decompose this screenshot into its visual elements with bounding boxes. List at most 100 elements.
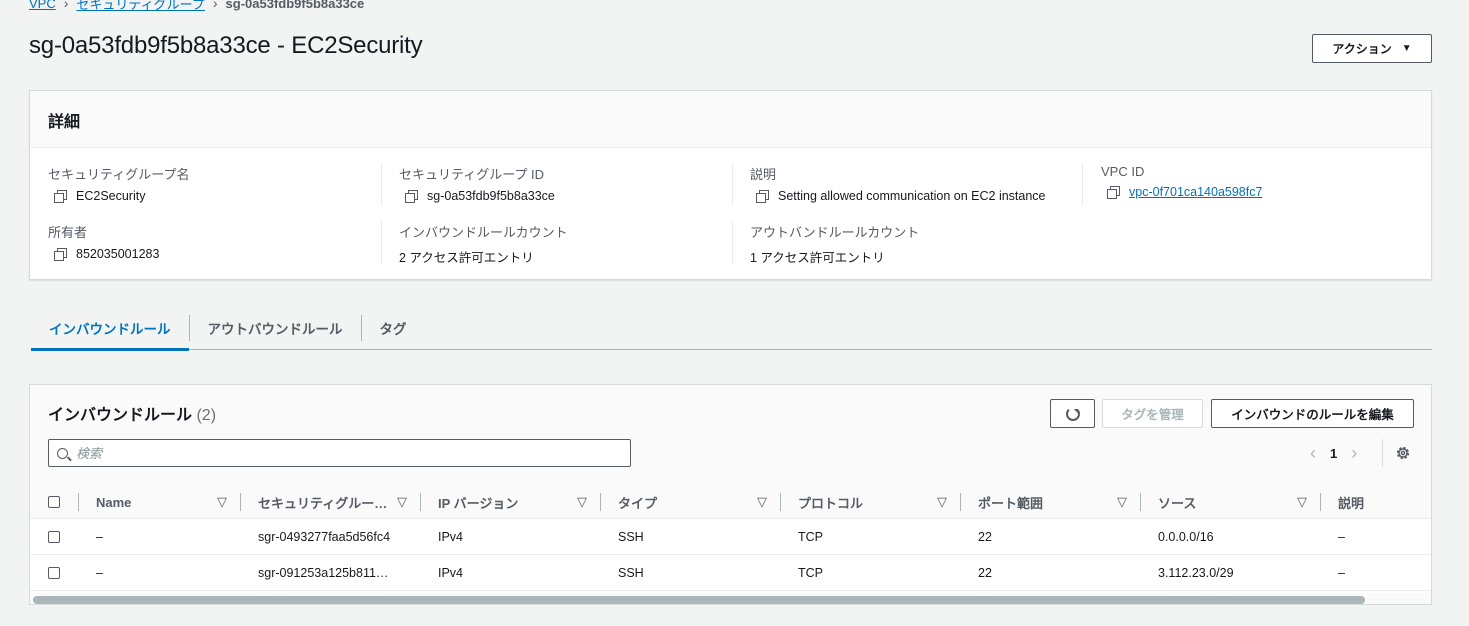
refresh-button[interactable] <box>1050 399 1095 428</box>
column-header-security-group-rule-id[interactable]: セキュリティグルー… <box>258 485 387 519</box>
cell-protocol: TCP <box>798 530 823 544</box>
cell-source: 3.112.23.0/29 <box>1158 566 1234 580</box>
column-header-ip-version[interactable]: IP バージョン <box>438 485 518 519</box>
edit-inbound-rules-button[interactable]: インバウンドのルールを編集 <box>1211 399 1414 428</box>
table-row[interactable]: – sgr-0493277faa5d56fc4 IPv4 SSH TCP 22 … <box>30 519 1431 555</box>
breadcrumb-security-groups-link[interactable]: セキュリティグループ <box>76 0 204 13</box>
detail-security-group-name: セキュリティグループ名 EC2Security <box>48 164 189 203</box>
column-header-label: プロトコル <box>798 495 864 511</box>
sort-icon[interactable]: ▽ <box>1297 485 1307 519</box>
divider <box>381 163 382 206</box>
sort-icon[interactable]: ▽ <box>217 485 227 519</box>
sort-icon[interactable]: ▽ <box>397 485 407 519</box>
cell-ip-version: IPv4 <box>438 530 464 544</box>
cell-type: SSH <box>618 530 644 544</box>
column-header-label: タイプ <box>618 495 658 511</box>
cell-port-range: 22 <box>978 566 992 580</box>
search-field[interactable] <box>48 439 631 467</box>
divider <box>381 221 382 264</box>
column-header-protocol[interactable]: プロトコル <box>798 485 863 519</box>
detail-owner: 所有者 852035001283 <box>48 222 159 261</box>
cell-description: – <box>1338 530 1345 544</box>
actions-button-label: アクション <box>1332 42 1392 56</box>
search-input[interactable] <box>76 445 630 461</box>
column-header-source[interactable]: ソース <box>1158 485 1196 519</box>
detail-description: 説明 Setting allowed communication on EC2 … <box>750 164 1046 203</box>
cell-source: 0.0.0.0/16 <box>1158 530 1214 544</box>
detail-label: 所有者 <box>48 225 88 240</box>
detail-label: 説明 <box>750 167 777 182</box>
sort-icon[interactable]: ▽ <box>1117 485 1127 519</box>
rules-panel-header: インバウンドルール (2) タグを管理 インバウンドのルールを編集 ‹ 1 › <box>30 385 1431 485</box>
rules-title-text: インバウンドルール <box>48 407 193 424</box>
chevron-right-icon[interactable]: › <box>1351 443 1357 464</box>
detail-value: Setting allowed communication on EC2 ins… <box>778 189 1046 203</box>
copy-icon[interactable] <box>54 248 67 261</box>
tab-inbound-rules[interactable]: インバウンドルール <box>31 306 189 351</box>
tab-tags[interactable]: タグ <box>362 306 425 349</box>
column-header-label: IP バージョン <box>438 495 519 511</box>
horizontal-scrollbar[interactable] <box>30 593 1431 604</box>
column-divider[interactable] <box>960 493 961 511</box>
row-checkbox[interactable] <box>48 567 60 579</box>
details-header: 詳細 <box>30 91 1431 148</box>
column-divider[interactable] <box>1140 493 1141 511</box>
column-header-description[interactable]: 説明 <box>1338 485 1364 519</box>
column-divider[interactable] <box>420 493 421 511</box>
manage-tags-button[interactable]: タグを管理 <box>1102 399 1203 428</box>
sort-icon[interactable]: ▽ <box>757 485 767 519</box>
column-divider[interactable] <box>240 493 241 511</box>
column-divider[interactable] <box>1320 493 1321 511</box>
breadcrumb-vpc-link[interactable]: VPC <box>29 0 56 11</box>
cell-type: SSH <box>618 566 644 580</box>
breadcrumb: VPC › セキュリティグループ › sg-0a53fdb9f5b8a33ce <box>29 0 364 13</box>
column-divider <box>78 493 79 511</box>
actions-dropdown-button[interactable]: アクション ▼ <box>1312 34 1432 63</box>
cell-rule-id: sgr-0493277faa5d56fc4 <box>258 530 391 544</box>
column-header-label: セキュリティグルー… <box>258 495 388 511</box>
divider <box>1382 439 1383 467</box>
column-header-label: ソース <box>1158 495 1197 511</box>
chevron-right-icon: › <box>63 0 69 11</box>
divider <box>732 163 733 206</box>
rules-title: インバウンドルール (2) <box>48 401 216 425</box>
detail-label: セキュリティグループ ID <box>399 167 545 182</box>
chevron-left-icon[interactable]: ‹ <box>1310 443 1316 464</box>
cell-description: – <box>1338 566 1345 580</box>
sort-icon[interactable]: ▽ <box>577 485 587 519</box>
rules-count: (2) <box>196 407 217 424</box>
cell-rule-id: sgr-091253a125b811… <box>258 566 389 580</box>
details-panel: 詳細 セキュリティグループ名 EC2Security セキュリティグループ ID… <box>29 90 1432 280</box>
column-header-type[interactable]: タイプ <box>618 485 657 519</box>
column-header-label: Name <box>96 494 132 510</box>
select-all-checkbox[interactable] <box>48 496 60 508</box>
detail-value: 2 アクセス許可エントリ <box>399 251 534 265</box>
copy-icon[interactable] <box>756 190 769 203</box>
column-divider[interactable] <box>780 493 781 511</box>
column-header-name[interactable]: Name <box>96 485 131 519</box>
page-number[interactable]: 1 <box>1330 446 1337 461</box>
cell-protocol: TCP <box>798 566 823 580</box>
copy-icon[interactable] <box>54 190 67 203</box>
copy-icon[interactable] <box>405 190 418 203</box>
sort-icon[interactable]: ▽ <box>937 485 947 519</box>
vpc-id-link[interactable]: vpc-0f701ca140a598fc7 <box>1129 185 1262 199</box>
search-icon <box>57 447 68 459</box>
scrollbar-thumb[interactable] <box>33 596 1365 604</box>
copy-icon[interactable] <box>1107 186 1120 199</box>
cell-name: – <box>96 566 103 580</box>
detail-vpc-id: VPC ID vpc-0f701ca140a598fc7 <box>1101 164 1262 199</box>
cell-ip-version: IPv4 <box>438 566 464 580</box>
detail-label: セキュリティグループ名 <box>48 167 190 182</box>
page-title: sg-0a53fdb9f5b8a33ce - EC2Security <box>29 32 423 59</box>
column-header-port-range[interactable]: ポート範囲 <box>978 485 1043 519</box>
row-checkbox[interactable] <box>48 531 60 543</box>
gear-icon[interactable] <box>1395 445 1411 461</box>
refresh-icon <box>1065 406 1080 421</box>
table-row[interactable]: – sgr-091253a125b811… IPv4 SSH TCP 22 3.… <box>30 555 1431 591</box>
detail-value: sg-0a53fdb9f5b8a33ce <box>427 189 555 203</box>
detail-outbound-rule-count: アウトバンドルールカウント 1 アクセス許可エントリ <box>750 222 919 266</box>
tab-outbound-rules[interactable]: アウトバウンドルール <box>190 306 361 349</box>
column-divider[interactable] <box>600 493 601 511</box>
detail-value: EC2Security <box>76 189 146 203</box>
